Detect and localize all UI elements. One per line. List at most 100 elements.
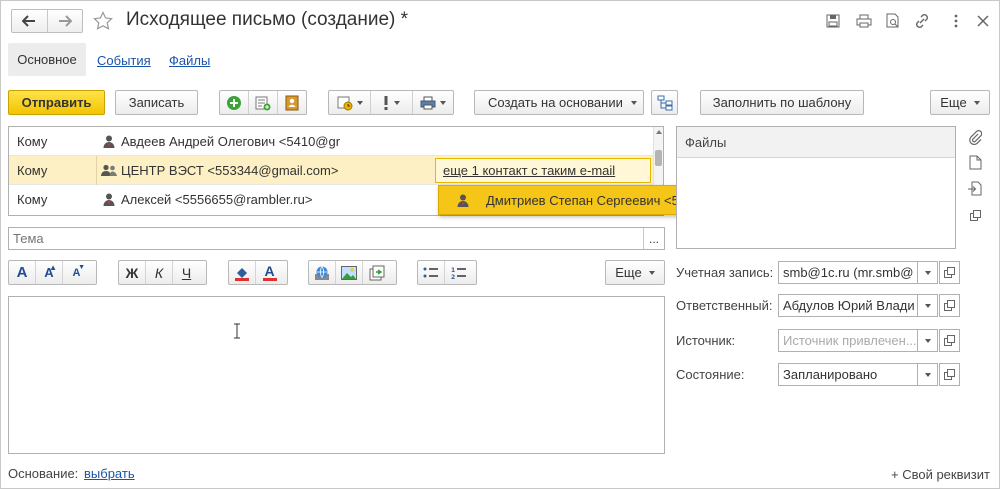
source-open-icon[interactable] — [939, 329, 960, 352]
font-decrease-icon[interactable]: A ▼ — [63, 261, 90, 284]
text-cursor-icon — [233, 323, 241, 339]
italic-icon[interactable]: К — [146, 261, 173, 284]
structure-icon[interactable] — [651, 90, 678, 115]
message-body-editor[interactable] — [8, 296, 665, 454]
responsible-label: Ответственный: — [676, 298, 773, 313]
status-field[interactable]: Запланировано — [778, 363, 918, 386]
calendar-clock-icon — [337, 96, 352, 110]
open-copy-icon[interactable] — [966, 206, 984, 224]
subject-input[interactable] — [9, 228, 643, 249]
scroll-up-icon[interactable] — [655, 127, 662, 136]
insert-image-icon[interactable] — [336, 261, 363, 284]
create-based-on-button[interactable]: Создать на основании — [474, 90, 644, 115]
status-dropdown[interactable] — [917, 363, 938, 386]
source-label: Источник: — [676, 333, 736, 348]
people-group-icon — [97, 164, 121, 177]
star-icon[interactable] — [92, 10, 114, 32]
fill-by-template-button[interactable]: Заполнить по шаблону — [700, 90, 864, 115]
chevron-down-icon — [924, 338, 931, 343]
recipient-contact: Авдеев Андрей Олегович <5410@gr — [121, 133, 341, 149]
tab-events[interactable]: События — [97, 53, 151, 68]
list-group: 12 — [417, 260, 477, 285]
fill-color-icon[interactable] — [229, 261, 256, 284]
files-panel[interactable]: Файлы — [676, 126, 956, 249]
scroll-thumb[interactable] — [655, 150, 662, 166]
font-icon[interactable]: A — [9, 261, 36, 284]
responsible-open-icon[interactable] — [939, 294, 960, 317]
add-from-list-icon[interactable] — [249, 91, 278, 114]
text-style-group: Ж К Ч — [118, 260, 207, 285]
preview-icon[interactable] — [884, 12, 902, 30]
chevron-down-icon — [924, 372, 931, 377]
duplicate-contact-hint-text: еще 1 контакт с таким e-mail — [443, 163, 616, 178]
recipient-contact: ЦЕНТР ВЭСТ <553344@gmail.com> — [121, 162, 339, 178]
save-button[interactable]: Записать — [115, 90, 198, 115]
color-group: A — [228, 260, 288, 285]
address-book-icon[interactable] — [278, 91, 306, 114]
forward-icon[interactable] — [48, 10, 83, 32]
recipient-type: Кому — [17, 192, 48, 207]
more-button[interactable]: Еще — [930, 90, 990, 115]
recipient-type: Кому — [17, 133, 48, 149]
print-dropdown[interactable] — [413, 91, 453, 114]
font-size-group: A A ▲ A ▼ — [8, 260, 97, 285]
link-icon[interactable] — [913, 12, 931, 30]
nav-buttons — [11, 9, 83, 33]
insert-attachment-icon[interactable] — [363, 261, 390, 284]
basis-label: Основание: — [8, 466, 79, 481]
chevron-down-icon — [648, 270, 655, 275]
numbered-list-icon[interactable]: 12 — [445, 261, 472, 284]
add-icon[interactable] — [220, 91, 249, 114]
more-vertical-icon[interactable] — [947, 12, 965, 30]
responsible-dropdown[interactable] — [917, 294, 938, 317]
insert-link-icon[interactable] — [309, 261, 336, 284]
duplicate-contact-hint[interactable]: еще 1 контакт с таким e-mail — [435, 158, 651, 183]
source-dropdown[interactable] — [917, 329, 938, 352]
chevron-down-icon — [924, 270, 931, 275]
format-more-button[interactable]: Еще — [605, 260, 665, 285]
recipient-contact: Алексей <5556655@rambler.ru> — [121, 192, 313, 207]
account-field[interactable]: smb@1c.ru (mr.smb@ — [778, 261, 918, 284]
underline-icon[interactable]: Ч — [173, 261, 200, 284]
import-file-icon[interactable] — [966, 179, 984, 197]
more-button-label: Еще — [940, 95, 967, 110]
custom-attribute-link[interactable]: + Свой реквизит — [891, 467, 990, 482]
chevron-down-icon — [630, 100, 637, 105]
account-label: Учетная запись: — [676, 265, 774, 280]
window: Исходящее письмо (создание) * Основное С… — [0, 0, 1000, 489]
source-field[interactable]: Источник привлечен... — [778, 329, 918, 352]
page-title: Исходящее письмо (создание) * — [126, 9, 409, 30]
svg-text:1: 1 — [451, 267, 455, 274]
person-icon — [457, 194, 469, 207]
account-dropdown[interactable] — [917, 261, 938, 284]
insert-group — [308, 260, 397, 285]
text-color-icon[interactable]: A — [256, 261, 283, 284]
responsible-field[interactable]: Абдулов Юрий Влади — [778, 294, 918, 317]
table-row[interactable]: Кому Авдеев Андрей Олегович <5410@gr — [9, 127, 655, 156]
reminder-dropdown[interactable] — [329, 91, 371, 114]
account-open-icon[interactable] — [939, 261, 960, 284]
back-icon[interactable] — [12, 10, 48, 32]
status-open-icon[interactable] — [939, 363, 960, 386]
svg-text:2: 2 — [451, 274, 455, 280]
format-more-label: Еще — [615, 265, 642, 280]
tab-files[interactable]: Файлы — [169, 53, 210, 68]
new-file-icon[interactable] — [966, 153, 984, 171]
subject-field[interactable]: ... — [8, 227, 665, 250]
options-toolbar-group — [328, 90, 454, 115]
chevron-down-icon — [973, 100, 980, 105]
basis-select-link[interactable]: выбрать — [84, 466, 135, 481]
font-increase-icon[interactable]: A ▲ — [36, 261, 63, 284]
subject-select-button[interactable]: ... — [643, 228, 664, 249]
tab-main-label: Основное — [17, 52, 77, 67]
print-icon[interactable] — [855, 12, 873, 30]
close-icon[interactable] — [974, 12, 992, 30]
bullet-list-icon[interactable] — [418, 261, 445, 284]
status-label: Состояние: — [676, 367, 745, 382]
paperclip-icon[interactable] — [966, 128, 984, 146]
send-button[interactable]: Отправить — [8, 90, 105, 115]
importance-dropdown[interactable] — [371, 91, 413, 114]
save-icon[interactable] — [824, 12, 842, 30]
tab-main[interactable]: Основное — [8, 43, 86, 76]
bold-icon[interactable]: Ж — [119, 261, 146, 284]
